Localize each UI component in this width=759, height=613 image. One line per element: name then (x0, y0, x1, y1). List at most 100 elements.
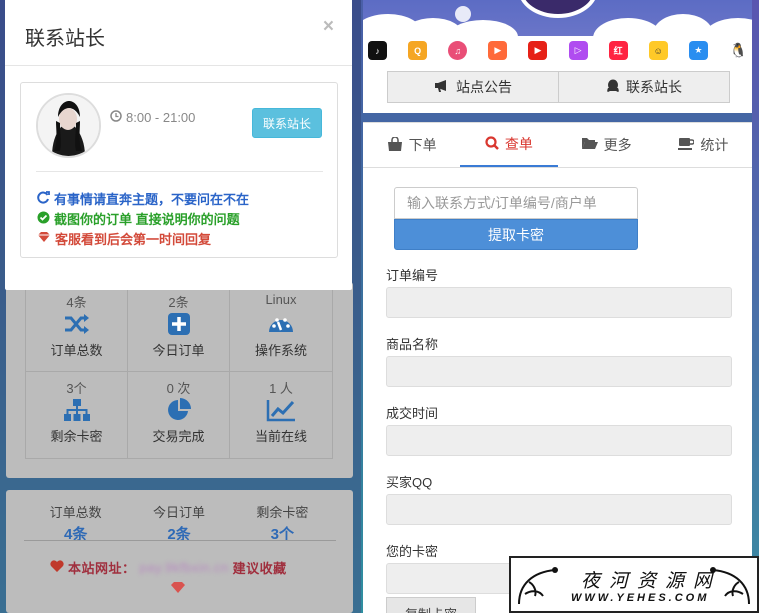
moon-icon (455, 6, 471, 22)
stat-order-total: 4条 订单总数 (26, 286, 128, 372)
qq-icon[interactable]: 🐧 (728, 41, 748, 60)
field-label-qq: 买家QQ (386, 475, 433, 490)
stat-remaining-keys: 3个 剩余卡密 (26, 372, 128, 458)
redbook-icon[interactable]: 红 (608, 41, 628, 60)
right-edge-background (752, 0, 759, 613)
order-search-input[interactable] (394, 187, 638, 219)
plus-square-icon (167, 310, 191, 338)
coffee-icon (678, 137, 696, 153)
stat-label: 今日订单 (152, 343, 205, 358)
stat-label: 当前在线 (254, 429, 307, 444)
watermark: 夜河资源网 WWW.YEHES.COM (509, 556, 759, 613)
copy-key-button[interactable]: 复制卡密 (386, 597, 476, 613)
refresh-icon (37, 190, 50, 207)
summary-label: 剩余卡密 (256, 505, 309, 520)
stat-value: 3个 (66, 381, 87, 396)
watermark-url: WWW.YEHES.COM (571, 592, 710, 604)
announcement-button[interactable]: 站点公告 (387, 71, 559, 103)
stat-label: 剩余卡密 (50, 429, 103, 444)
note-text: 截图你的订单 直接说明你的问题 (54, 212, 240, 227)
dashboard-icon (267, 310, 295, 338)
tiktok-icon[interactable]: ♪ (368, 41, 387, 60)
stat-value: Linux (265, 292, 297, 307)
stat-today-orders: 2条 今日订单 (128, 286, 230, 372)
shopping-bag-icon (387, 135, 403, 154)
note-text: 有事情请直奔主题，不要问在不在 (54, 192, 250, 207)
heart-icon (50, 560, 64, 575)
field-label-key: 您的卡密 (386, 544, 439, 559)
contact-label: 联系站长 (626, 79, 682, 95)
qmusic-icon[interactable]: Q (408, 41, 428, 60)
cloud-decoration (448, 20, 518, 36)
tab-label: 统计 (700, 137, 729, 153)
tab-label: 查单 (504, 136, 533, 152)
field-label-product: 商品名称 (386, 337, 439, 352)
folder-open-icon (581, 137, 598, 153)
listen-icon[interactable]: ▶ (488, 41, 508, 60)
site-url[interactable]: pay.9kfbxin.cn (140, 560, 229, 575)
note-reply: 客服看到后会第一时间回复 (37, 229, 211, 248)
stat-completed: 0 次 交易完成 (128, 372, 230, 458)
tab-order[interactable]: 下单 (363, 123, 460, 167)
stats-grid: 4条 订单总数 2条 今日订单 Linux 操作系统 3个 剩余卡密 0 次 交… (25, 285, 333, 459)
deal-time-field[interactable] (386, 425, 732, 456)
tab-query[interactable]: 查单 (460, 123, 558, 167)
top-card: ♪ Q ♫ ▶ ▶ ▷ 红 ☺ ★ 🐧 站点公告 联系站长 (363, 36, 752, 113)
stat-os: Linux 操作系统 (230, 286, 332, 372)
service-hours: 8:00 - 21:00 (110, 110, 195, 125)
summary-order-total: 订单总数 4条 (24, 502, 127, 544)
star-icon[interactable]: ★ (688, 41, 708, 60)
summary-today-orders: 今日订单 2条 (127, 502, 230, 544)
qq-icon (606, 79, 620, 96)
contact-modal: 联系站长 × 8:00 - 21:00 联系站长 有事情请直奔主题，不要问在不在… (5, 0, 352, 290)
contact-admin-button[interactable]: 联系站长 (252, 108, 322, 138)
shuffle-icon (64, 310, 90, 338)
note-text: 客服看到后会第一时间回复 (55, 232, 212, 247)
tab-label: 更多 (603, 137, 632, 153)
site-url-suffix: 建议收藏 (232, 561, 287, 576)
summary-row: 订单总数 4条 今日订单 2条 剩余卡密 3个 (24, 502, 334, 544)
stats-card: 4条 订单总数 2条 今日订单 Linux 操作系统 3个 剩余卡密 0 次 交… (6, 282, 353, 478)
stat-online: 1 人 当前在线 (230, 372, 332, 458)
query-card: 下单 查单 更多 统计 提取卡密 订单编号 商品名称 成交时间 买家QQ 您的卡… (363, 122, 752, 613)
contact-button[interactable]: 联系站长 (559, 71, 730, 103)
ornament-right (710, 567, 750, 605)
summary-remaining-keys: 剩余卡密 3个 (231, 502, 334, 544)
app-icon-row: ♪ Q ♫ ▶ ▶ ▷ 红 ☺ ★ 🐧 (368, 41, 748, 60)
cloud-decoration (703, 18, 752, 36)
stat-label: 订单总数 (50, 343, 103, 358)
search-icon (485, 135, 499, 153)
video-icon[interactable]: ▷ (568, 41, 588, 60)
note-direct: 有事情请直奔主题，不要问在不在 (37, 189, 249, 208)
diamond-icon (37, 231, 51, 246)
product-name-field[interactable] (386, 356, 732, 387)
site-url-prefix: 本站网址： (68, 561, 136, 576)
clock-icon (110, 110, 122, 125)
banner-avatar (518, 0, 598, 18)
note-screenshot: 截图你的订单 直接说明你的问题 (37, 209, 240, 228)
youtube-icon[interactable]: ▶ (528, 41, 548, 60)
close-icon[interactable]: × (323, 16, 334, 38)
sitemap-icon (63, 396, 91, 424)
announcement-label: 站点公告 (456, 79, 512, 95)
tab-bar: 下单 查单 更多 统计 (363, 123, 752, 168)
avatar (36, 93, 101, 158)
diamond-icon (170, 580, 186, 598)
face-icon[interactable]: ☺ (648, 41, 668, 60)
summary-label: 今日订单 (152, 505, 205, 520)
tab-stats[interactable]: 统计 (655, 123, 752, 167)
modal-title: 联系站长 (25, 28, 105, 50)
order-no-field[interactable] (386, 287, 732, 318)
music-icon[interactable]: ♫ (448, 41, 468, 60)
header-banner (363, 0, 752, 36)
line-chart-icon (266, 396, 296, 424)
stat-label: 操作系统 (254, 343, 307, 358)
top-nav-buttons: 站点公告 联系站长 (387, 71, 730, 103)
hours-text: 8:00 - 21:00 (126, 110, 196, 125)
buyer-qq-field[interactable] (386, 494, 732, 525)
bullhorn-icon (434, 79, 450, 95)
modal-header: 联系站长 × (5, 0, 352, 66)
stat-value: 1 人 (269, 381, 293, 396)
tab-more[interactable]: 更多 (558, 123, 655, 167)
fetch-key-button[interactable]: 提取卡密 (394, 219, 638, 250)
